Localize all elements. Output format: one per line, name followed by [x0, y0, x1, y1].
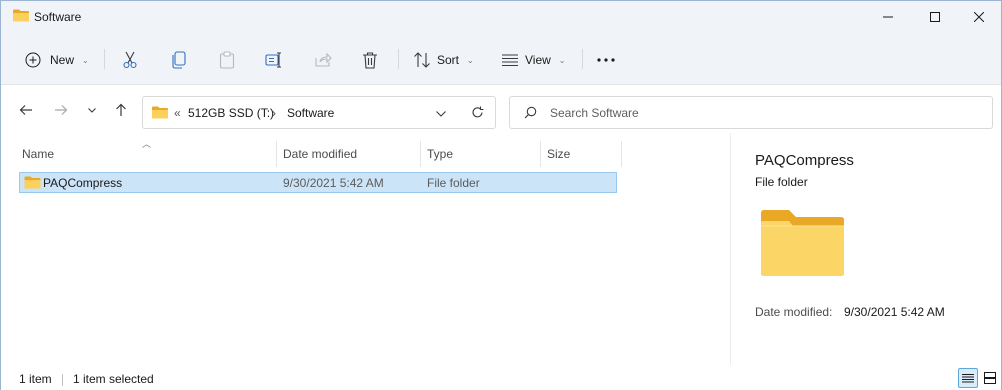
delete-button[interactable] [362, 45, 378, 75]
rename-icon [265, 52, 281, 68]
maximize-button[interactable] [912, 1, 958, 33]
column-header-type[interactable]: Type [421, 141, 540, 167]
search-box[interactable]: Search Software [509, 96, 993, 129]
breadcrumb-drive[interactable]: 512GB SSD (T:) [188, 106, 274, 120]
toolbar-divider [398, 49, 399, 69]
breadcrumb-overflow[interactable]: « [174, 106, 181, 120]
details-date-label: Date modified: [755, 305, 833, 319]
minimize-icon [883, 16, 893, 18]
more-options-button[interactable] [597, 45, 615, 75]
close-icon [974, 12, 984, 22]
details-subtitle: File folder [755, 175, 808, 189]
window-title: Software [34, 10, 82, 24]
details-date-value: 9/30/2021 5:42 AM [844, 305, 945, 319]
sort-button[interactable]: Sort ⌄ [413, 45, 474, 75]
file-date: 9/30/2021 5:42 AM [283, 176, 384, 190]
up-button[interactable] [112, 102, 130, 118]
details-view-button[interactable] [958, 368, 978, 388]
sort-icon [414, 52, 430, 68]
new-button[interactable]: New ⌄ [25, 45, 89, 75]
close-button[interactable] [956, 1, 1002, 33]
more-icon [597, 58, 615, 62]
copy-button[interactable] [171, 45, 187, 75]
search-placeholder: Search Software [550, 106, 639, 120]
share-button[interactable] [314, 45, 332, 75]
paste-button[interactable] [219, 45, 235, 75]
back-button[interactable] [17, 102, 35, 118]
arrow-left-icon [19, 105, 32, 115]
recent-locations-button[interactable] [83, 102, 101, 118]
details-pane: PAQCompress File folder Date modified: 9… [730, 133, 1002, 365]
file-name: PAQCompress [43, 176, 123, 190]
view-list-icon [502, 54, 518, 66]
trash-icon [363, 52, 377, 69]
item-count: 1 item [19, 372, 52, 386]
navigation-bar: « 512GB SSD (T:) › Software Search Softw… [1, 85, 1001, 133]
plus-circle-icon [25, 52, 41, 68]
folder-icon [24, 176, 41, 189]
chevron-down-icon: ⌄ [558, 55, 566, 65]
column-header-name[interactable]: Name [19, 141, 276, 167]
breadcrumb-separator: › [272, 106, 276, 120]
search-icon [524, 106, 537, 119]
share-icon [315, 52, 332, 67]
details-view-icon [962, 373, 974, 382]
scissors-icon [123, 51, 137, 69]
toolbar-divider [582, 49, 583, 69]
explorer-window: Software New ⌄ Sort ⌄ View ⌄ « 512GB SSD… [0, 0, 1002, 390]
refresh-icon[interactable] [471, 106, 484, 119]
details-title: PAQCompress [755, 152, 854, 169]
copy-icon [172, 51, 186, 69]
clipboard-icon [219, 51, 235, 69]
selection-count: 1 item selected [73, 372, 154, 386]
address-bar[interactable]: « 512GB SSD (T:) › Software [142, 96, 496, 129]
column-header-date-modified[interactable]: Date modified [277, 141, 420, 167]
tiles-view-button[interactable] [980, 368, 1000, 388]
chevron-down-icon [88, 107, 96, 113]
folder-icon [152, 106, 168, 119]
arrow-up-icon [116, 103, 126, 116]
view-label: View [525, 53, 551, 67]
command-bar: New ⌄ Sort ⌄ View ⌄ [1, 33, 1001, 85]
large-folder-icon [761, 210, 844, 276]
minimize-button[interactable] [865, 1, 911, 33]
maximize-icon [930, 12, 940, 22]
column-header-size[interactable]: Size [541, 141, 621, 167]
column-divider[interactable] [621, 141, 622, 167]
breadcrumb-folder[interactable]: Software [287, 106, 334, 120]
arrow-right-icon [55, 105, 68, 115]
status-bar: 1 item 1 item selected [1, 365, 1001, 390]
chevron-down-icon[interactable] [436, 111, 446, 117]
cut-button[interactable] [121, 45, 139, 75]
status-divider [62, 374, 63, 386]
file-type: File folder [427, 176, 480, 190]
tiles-view-icon [984, 372, 996, 384]
chevron-down-icon: ⌄ [82, 55, 89, 65]
folder-icon [13, 9, 29, 22]
title-bar: Software [1, 1, 1001, 33]
toolbar-divider [104, 49, 105, 69]
new-label: New [50, 53, 75, 67]
forward-button[interactable] [52, 102, 70, 118]
sort-label: Sort [437, 53, 460, 67]
table-row[interactable]: PAQCompress 9/30/2021 5:42 AM File folde… [19, 172, 617, 193]
view-button[interactable]: View ⌄ [501, 45, 566, 75]
rename-button[interactable] [265, 45, 283, 75]
chevron-down-icon: ⌄ [467, 55, 474, 65]
